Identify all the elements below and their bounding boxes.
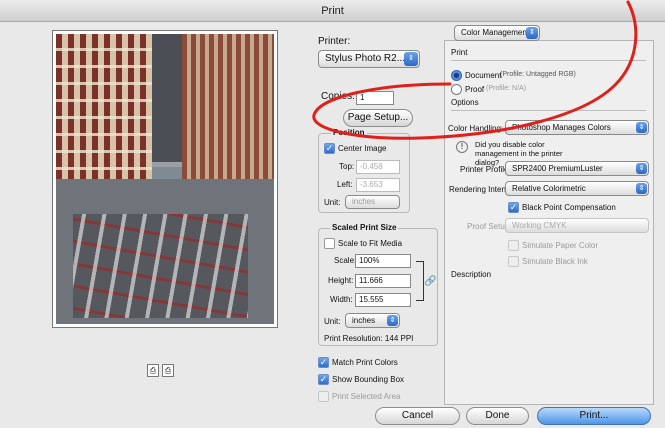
red-annotation-circle xyxy=(312,0,638,140)
